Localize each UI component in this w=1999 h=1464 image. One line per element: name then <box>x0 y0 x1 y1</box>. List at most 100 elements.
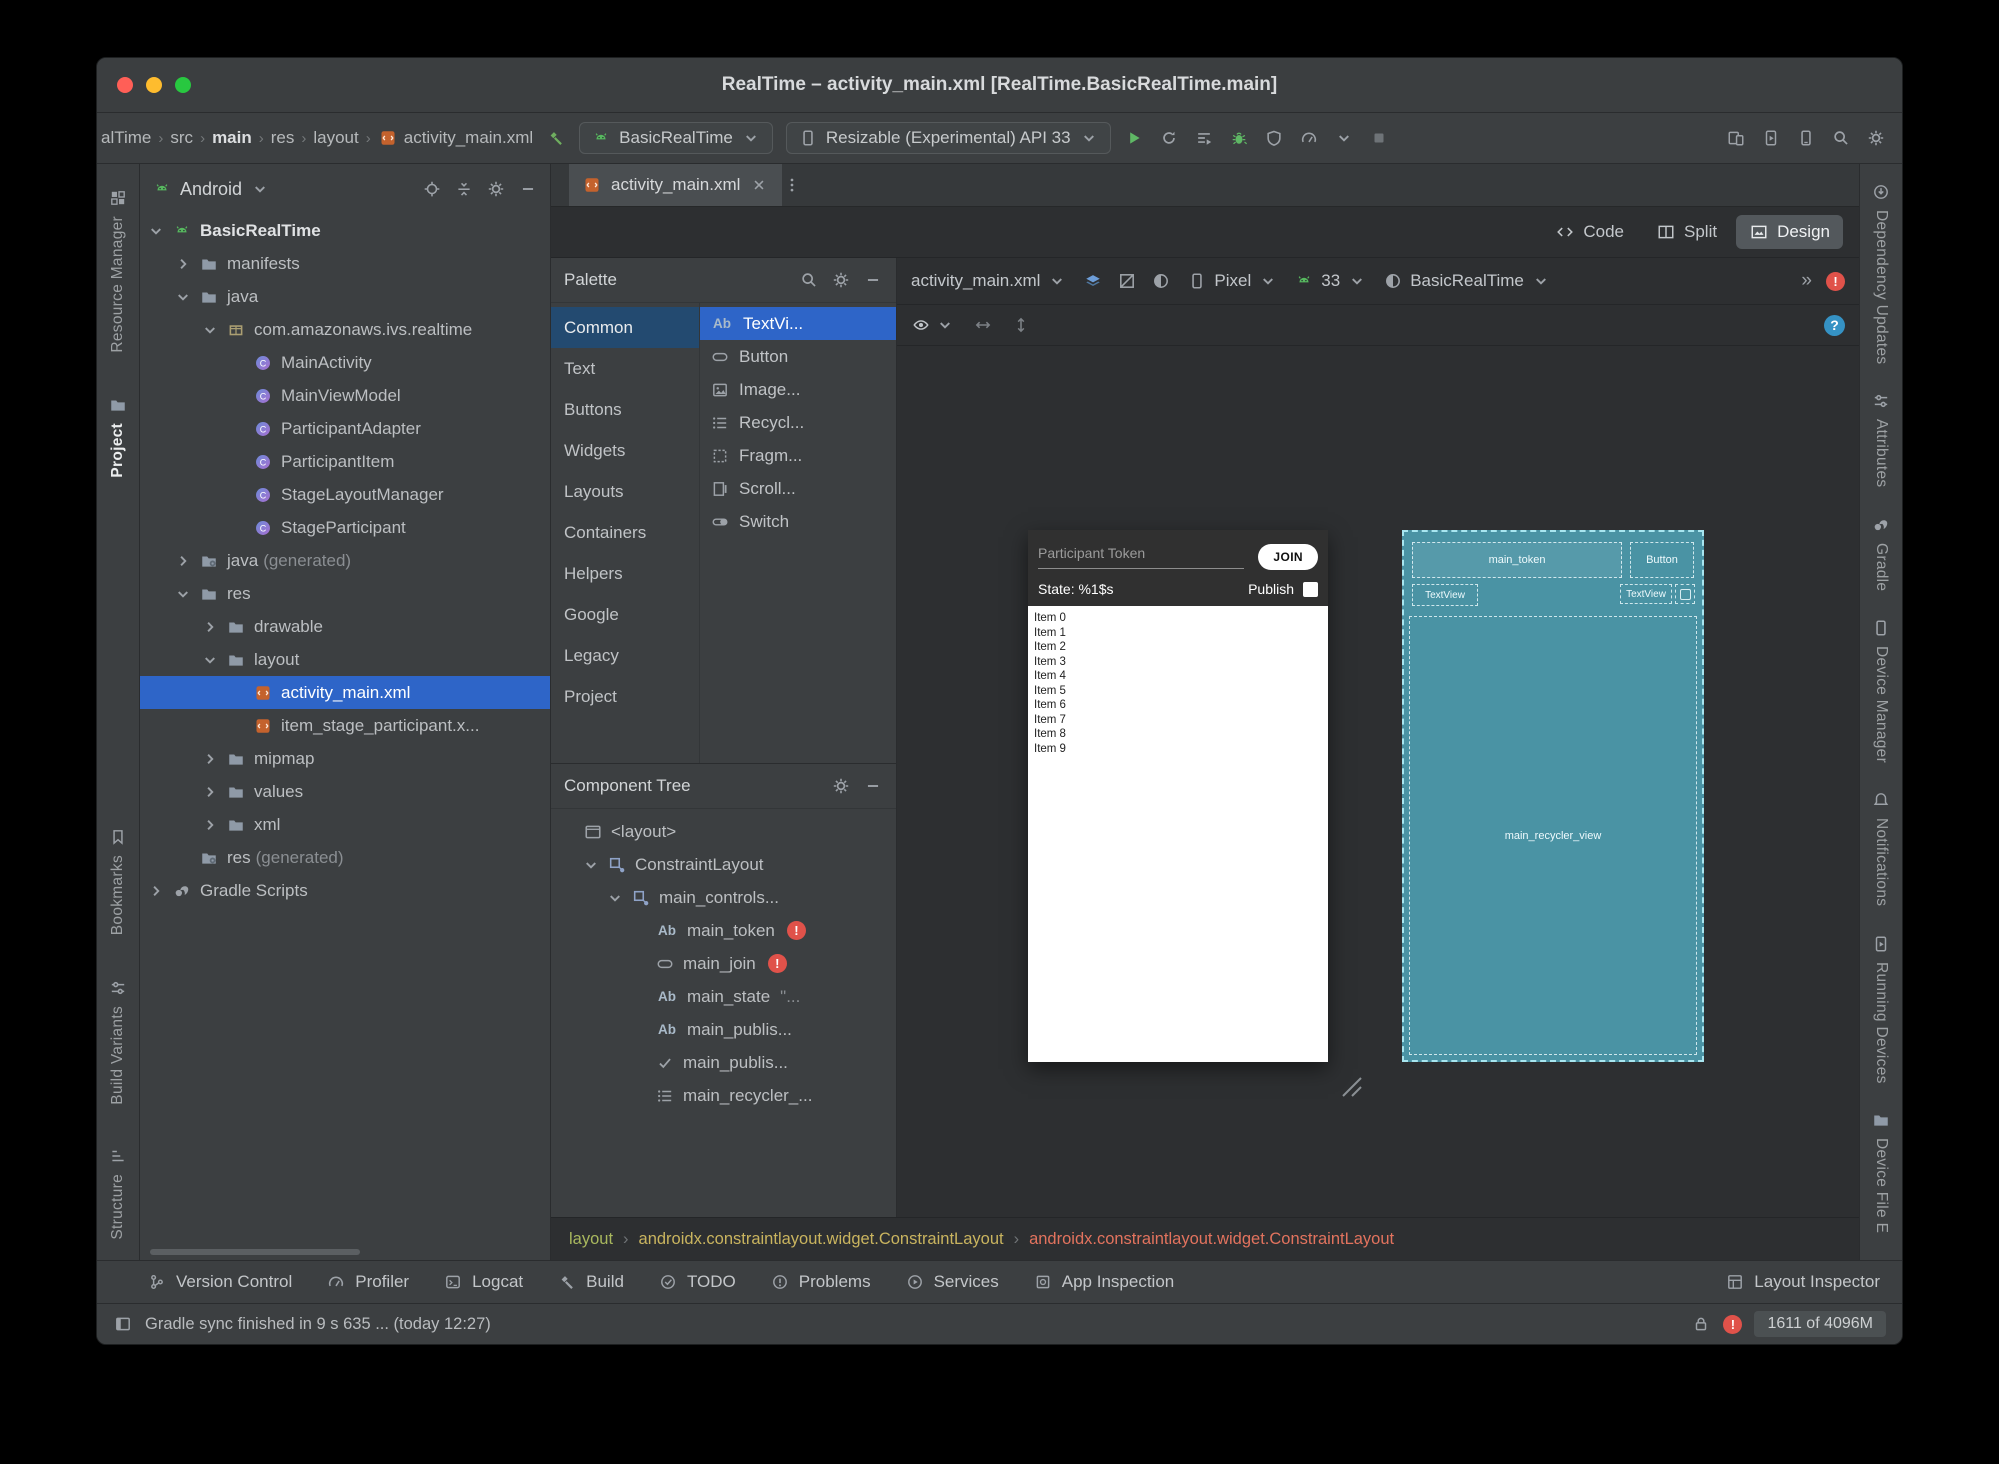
project-tree-item-java[interactable]: java <box>140 280 550 313</box>
project-tree-item-stagelayoutmanager[interactable]: C StageLayoutManager <box>140 478 550 511</box>
tree-chevron[interactable] <box>202 815 226 835</box>
toolwindow-stripe-running-devices[interactable]: Running Devices <box>1871 934 1891 1083</box>
toolwindow-build[interactable]: Build <box>557 1272 624 1292</box>
toolwindow-stripe-attributes[interactable]: Attributes <box>1871 391 1891 488</box>
lock-icon[interactable] <box>1691 1314 1711 1334</box>
toolwindow-layout-inspector[interactable]: Layout Inspector <box>1725 1272 1880 1292</box>
project-tree-item-res[interactable]: res (generated) <box>140 841 550 874</box>
editor-mode-design[interactable]: Design <box>1736 215 1843 249</box>
toolwindow-stripe-project[interactable]: Project <box>108 395 128 477</box>
chev-right-icon[interactable] <box>200 617 220 637</box>
arrows-h-icon[interactable] <box>973 315 993 335</box>
toolwindow-stripe-device-file-e[interactable]: Device File E <box>1871 1110 1891 1234</box>
component-tree-item-main-state[interactable]: Ab main_state "... <box>551 980 896 1013</box>
project-tree-item-drawable[interactable]: drawable <box>140 610 550 643</box>
project-horizontal-scrollbar[interactable] <box>150 1249 360 1255</box>
run-tasks-icon[interactable] <box>1194 128 1214 148</box>
profiler-icon[interactable] <box>1299 128 1319 148</box>
api-level-selector[interactable]: 33 <box>1294 271 1367 291</box>
design-canvas[interactable]: Participant Token JOIN State: %1$s Publi… <box>897 346 1859 1217</box>
blueprint-publish-checkbox[interactable] <box>1675 584 1695 604</box>
component-tree-item-layout[interactable]: <layout> <box>551 815 896 848</box>
tree-chevron[interactable] <box>583 855 607 875</box>
preview-device-selector[interactable]: Pixel <box>1187 271 1278 291</box>
component-tree-item-constraintlayout[interactable]: ConstraintLayout <box>551 848 896 881</box>
tree-chevron[interactable] <box>148 881 172 901</box>
project-tree-item-stageparticipant[interactable]: C StageParticipant <box>140 511 550 544</box>
palette-category-legacy[interactable]: Legacy <box>551 635 699 676</box>
toolwindow-app-inspection[interactable]: App Inspection <box>1033 1272 1174 1292</box>
chev-down-icon[interactable] <box>581 855 601 875</box>
target-device-selector[interactable]: Resizable (Experimental) API 33 <box>785 122 1111 154</box>
tree-chevron[interactable] <box>175 287 199 307</box>
toolwindow-profiler[interactable]: Profiler <box>326 1272 409 1292</box>
blueprint-toggle-icon[interactable] <box>1117 271 1137 291</box>
palette-category-layouts[interactable]: Layouts <box>551 471 699 512</box>
tree-chevron[interactable] <box>202 650 226 670</box>
toolwindow-logcat[interactable]: Logcat <box>443 1272 523 1292</box>
project-tree-item-basicrealtime[interactable]: BasicRealTime <box>140 214 550 247</box>
window-layout-icon[interactable] <box>113 1314 133 1334</box>
status-message[interactable]: Gradle sync finished in 9 s 635 ... (tod… <box>145 1315 491 1334</box>
palette-category-buttons[interactable]: Buttons <box>551 389 699 430</box>
publish-checkbox[interactable] <box>1303 581 1318 597</box>
running-devices-icon[interactable] <box>1761 128 1781 148</box>
device-mirroring-icon[interactable] <box>1726 128 1746 148</box>
chev-right-icon[interactable] <box>200 749 220 769</box>
arrows-v-icon[interactable] <box>1011 315 1031 335</box>
project-tree-item-com-amazonaws-ivs-realtime[interactable]: com.amazonaws.ivs.realtime <box>140 313 550 346</box>
palette-category-text[interactable]: Text <box>551 348 699 389</box>
component-tree-item-main-recycler[interactable]: main_recycler_... <box>551 1079 896 1112</box>
join-button[interactable]: JOIN <box>1258 544 1318 570</box>
event-log-error-icon[interactable]: ! <box>1723 1314 1743 1334</box>
toolwindow-stripe-structure[interactable]: Structure <box>108 1146 128 1240</box>
chev-right-icon[interactable] <box>200 815 220 835</box>
editor-mode-code[interactable]: Code <box>1542 215 1637 249</box>
toolwindow-stripe-bookmarks[interactable]: Bookmarks <box>108 827 128 936</box>
palette-component-button[interactable]: Button <box>700 340 896 373</box>
run-configuration-selector[interactable]: BasicRealTime <box>579 122 773 154</box>
kebab-icon[interactable] <box>782 175 802 195</box>
blueprint-main-recycler-view[interactable]: main_recycler_view <box>1409 616 1697 1055</box>
project-tree-item-mipmap[interactable]: mipmap <box>140 742 550 775</box>
xml-breadcrumb-2[interactable]: androidx.constraintlayout.widget.Constra… <box>1029 1230 1394 1249</box>
crosshair-icon[interactable] <box>422 179 442 199</box>
zoom-window-button[interactable] <box>175 77 191 93</box>
project-tree-item-participantitem[interactable]: C ParticipantItem <box>140 445 550 478</box>
component-tree-item-main-publis[interactable]: main_publis... <box>551 1046 896 1079</box>
chev-down-icon[interactable] <box>200 320 220 340</box>
component-tree-item-main-controls[interactable]: main_controls... <box>551 881 896 914</box>
component-tree-item-main-join[interactable]: main_join! <box>551 947 896 980</box>
palette-component-scroll[interactable]: Scroll... <box>700 472 896 505</box>
memory-indicator[interactable]: 1611 of 4096M <box>1754 1311 1886 1337</box>
tree-chevron[interactable] <box>175 254 199 274</box>
toolwindow-todo[interactable]: TODO <box>658 1272 736 1292</box>
palette-component-recycl[interactable]: Recycl... <box>700 406 896 439</box>
apply-changes-icon[interactable] <box>1159 128 1179 148</box>
chev-right-icon[interactable] <box>146 881 166 901</box>
tree-chevron[interactable] <box>202 617 226 637</box>
chev-down-icon[interactable] <box>200 650 220 670</box>
coverage-icon[interactable] <box>1264 128 1284 148</box>
night-icon[interactable] <box>1151 271 1171 291</box>
minus-icon[interactable] <box>863 776 883 796</box>
collapse-icon[interactable] <box>454 179 474 199</box>
toolwindow-stripe-dependency-updates[interactable]: Dependency Updates <box>1871 182 1891 364</box>
chev-down-icon[interactable] <box>605 888 625 908</box>
design-preview[interactable]: Participant Token JOIN State: %1$s Publi… <box>1028 530 1328 1062</box>
minus-icon[interactable] <box>863 270 883 290</box>
close-icon[interactable] <box>749 175 769 195</box>
palette-component-textvi[interactable]: Ab TextVi... <box>700 307 896 340</box>
toolwindow-stripe-notifications[interactable]: Notifications <box>1871 790 1891 907</box>
palette-category-containers[interactable]: Containers <box>551 512 699 553</box>
project-tree-item-mainviewmodel[interactable]: C MainViewModel <box>140 379 550 412</box>
stop-icon[interactable] <box>1369 128 1389 148</box>
chev-down-icon[interactable] <box>1334 128 1354 148</box>
chev-right-icon[interactable] <box>173 254 193 274</box>
project-tree-item-res[interactable]: res <box>140 577 550 610</box>
nav-crumb-res[interactable]: res <box>271 128 295 148</box>
close-window-button[interactable] <box>117 77 133 93</box>
chev-right-icon[interactable] <box>200 782 220 802</box>
canvas-resize-handle[interactable] <box>1337 1072 1363 1098</box>
tree-chevron[interactable] <box>202 749 226 769</box>
